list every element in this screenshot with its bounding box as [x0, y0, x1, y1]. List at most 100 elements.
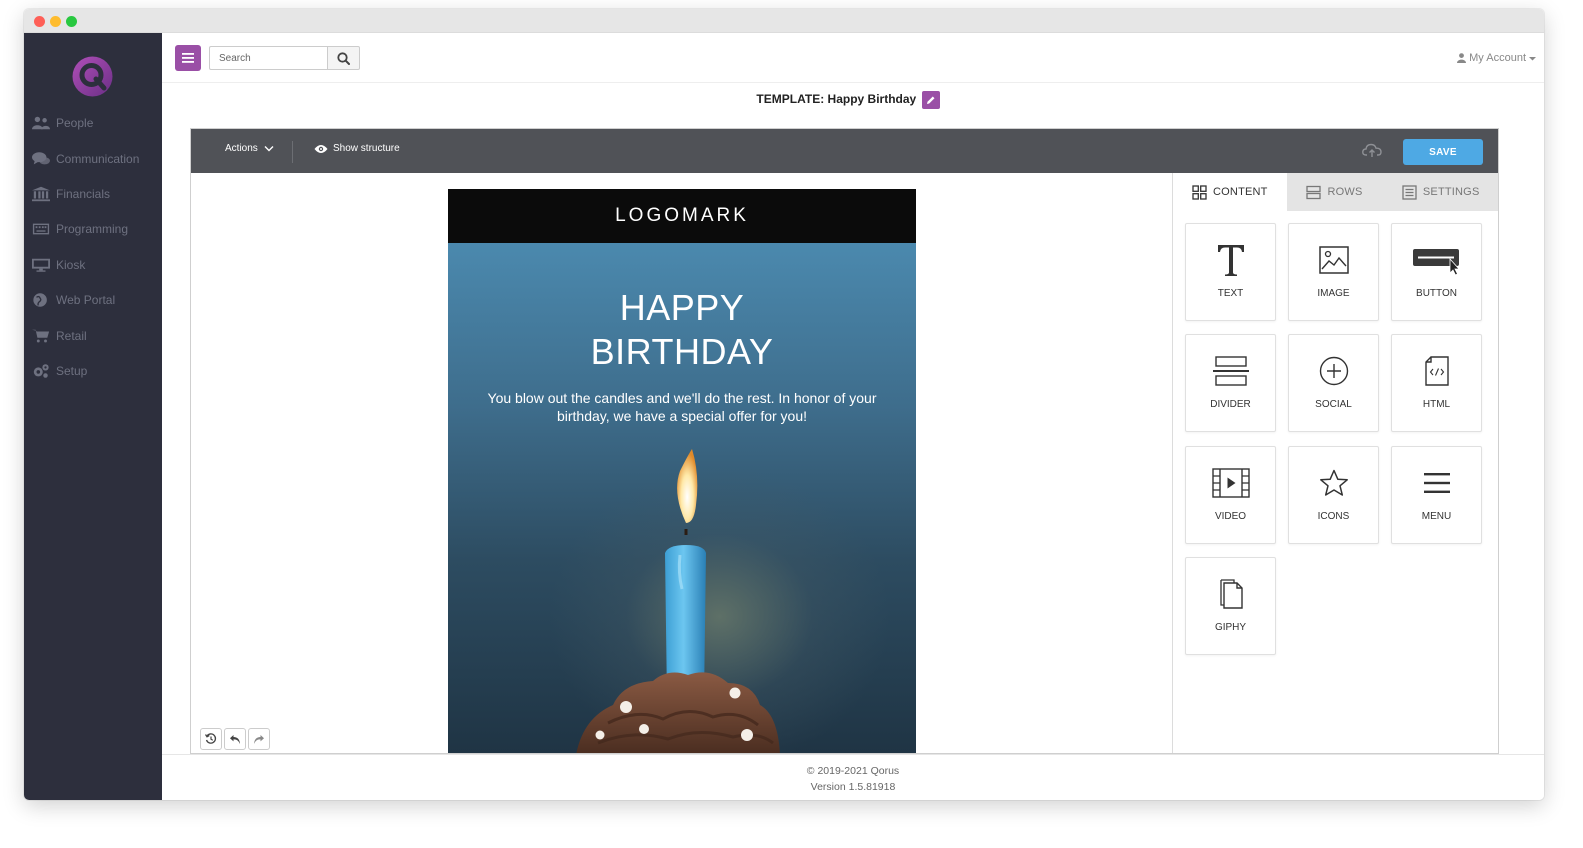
block-video[interactable]: VIDEO	[1185, 446, 1276, 544]
undo-button[interactable]	[224, 728, 246, 750]
toolbar-divider	[292, 141, 293, 163]
block-social[interactable]: SOCIAL	[1288, 334, 1379, 432]
block-button[interactable]: BUTTON	[1391, 223, 1482, 321]
people-icon	[32, 116, 50, 130]
video-icon	[1211, 468, 1250, 498]
sidebar: People Communication Financials Programm…	[24, 33, 162, 800]
star-icon	[1319, 469, 1348, 496]
rows-icon	[1306, 185, 1322, 199]
redo-button[interactable]	[248, 728, 270, 750]
my-account-label: My Account	[1469, 52, 1526, 64]
sidebar-item-label: Web Portal	[56, 293, 116, 307]
block-giphy[interactable]: GIPHY	[1185, 557, 1276, 655]
block-label: BUTTON	[1416, 288, 1457, 299]
eye-icon	[314, 144, 328, 153]
sidebar-item-programming[interactable]: Programming	[32, 218, 128, 240]
block-label: VIDEO	[1214, 511, 1247, 522]
email-title-line-2: BIRTHDAY	[590, 331, 774, 372]
tab-label: SETTINGS	[1422, 186, 1480, 198]
block-label: SOCIAL	[1315, 399, 1352, 410]
search-input[interactable]	[209, 46, 327, 70]
cart-icon	[32, 329, 50, 343]
tab-label: ROWS	[1327, 186, 1363, 198]
block-icons[interactable]: ICONS	[1288, 446, 1379, 544]
sidebar-item-communication[interactable]: Communication	[32, 148, 139, 170]
save-button[interactable]: SAVE	[1403, 139, 1483, 165]
block-text[interactable]: TEXT	[1185, 223, 1276, 321]
minimize-window-button[interactable]	[50, 16, 61, 27]
button-icon	[1412, 249, 1460, 275]
footer: © 2019-2021 Qorus Version 1.5.81918	[162, 754, 1544, 800]
block-label: HTML	[1422, 399, 1451, 410]
email-body-text: You blow out the candles and we'll do th…	[487, 390, 877, 424]
sidebar-item-label: Setup	[56, 364, 88, 378]
sidebar-item-setup[interactable]: Setup	[32, 360, 87, 382]
editor-toolbar: Actions Show structure SAVE	[191, 129, 1498, 173]
giphy-file-icon	[1219, 579, 1243, 609]
email-canvas: LOGOMARK HAPPY BIRTHDAY You blow out the…	[191, 173, 1172, 753]
caret-down-icon	[1529, 56, 1536, 60]
globe-icon	[33, 293, 47, 307]
undo-icon	[230, 734, 240, 744]
sidebar-item-label: Financials	[56, 187, 111, 201]
qorus-logo[interactable]	[70, 54, 115, 99]
sidebar-item-kiosk[interactable]: Kiosk	[32, 254, 85, 276]
history-button[interactable]	[200, 728, 222, 750]
sidebar-item-label: Retail	[56, 329, 87, 343]
show-structure-toggle[interactable]: Show structure	[314, 143, 400, 154]
cloud-upload-button[interactable]	[1362, 142, 1382, 163]
grid-icon	[1192, 184, 1207, 200]
email-hero: HAPPY BIRTHDAY You blow out the candles …	[448, 243, 916, 753]
window-titlebar	[24, 9, 1544, 33]
block-menu[interactable]: MENU	[1391, 446, 1482, 544]
sidebar-item-label: Kiosk	[56, 258, 86, 272]
menu-icon	[1423, 473, 1450, 493]
actions-dropdown[interactable]: Actions	[225, 143, 274, 154]
bank-icon	[32, 186, 50, 202]
history-icon	[205, 733, 217, 744]
search-button[interactable]	[327, 46, 360, 70]
pencil-icon	[926, 96, 935, 104]
my-account-menu[interactable]: My Account	[1457, 52, 1536, 64]
keyboard-icon	[32, 223, 50, 235]
sidebar-item-label: People	[56, 116, 94, 130]
edit-title-button[interactable]	[921, 91, 940, 109]
history-controls	[200, 728, 270, 750]
gears-icon	[33, 364, 49, 378]
html-file-icon	[1424, 356, 1449, 386]
actions-label: Actions	[225, 143, 258, 154]
email-title-line-1: HAPPY	[619, 287, 745, 328]
show-structure-label: Show structure	[333, 143, 400, 154]
footer-version: Version 1.5.81918	[810, 781, 896, 793]
sidebar-item-people[interactable]: People	[32, 112, 93, 134]
menu-toggle-button[interactable]	[175, 45, 201, 71]
page-title: TEMPLATE: Happy Birthday	[756, 92, 917, 107]
block-image[interactable]: IMAGE	[1288, 223, 1379, 321]
chat-icon	[32, 152, 50, 165]
content-panel: CONTENT ROWS SETTINGS TEXT IMAGE BUTTON …	[1172, 173, 1498, 753]
image-icon	[1318, 246, 1349, 274]
block-label: MENU	[1421, 511, 1452, 522]
panel-tabs: CONTENT ROWS SETTINGS	[1173, 173, 1498, 211]
tab-content[interactable]: CONTENT	[1173, 173, 1287, 211]
sidebar-item-financials[interactable]: Financials	[32, 183, 110, 205]
tab-label: CONTENT	[1213, 186, 1268, 198]
main-page: TEMPLATE: Happy Birthday Actions Show st…	[173, 83, 1523, 754]
settings-icon	[1402, 184, 1417, 200]
tab-settings[interactable]: SETTINGS	[1382, 173, 1498, 211]
sidebar-item-web-portal[interactable]: Web Portal	[32, 289, 115, 311]
app-window: People Communication Financials Programm…	[24, 9, 1544, 800]
chevron-down-icon	[264, 146, 274, 152]
block-divider[interactable]: DIVIDER	[1185, 334, 1276, 432]
maximize-window-button[interactable]	[66, 16, 77, 27]
email-logomark: LOGOMARK	[448, 189, 916, 243]
sidebar-item-label: Communication	[56, 152, 140, 166]
sidebar-item-retail[interactable]: Retail	[32, 325, 87, 347]
close-window-button[interactable]	[34, 16, 45, 27]
block-html[interactable]: HTML	[1391, 334, 1482, 432]
tab-rows[interactable]: ROWS	[1287, 173, 1383, 211]
cloud-upload-icon	[1362, 143, 1382, 157]
footer-copyright: © 2019-2021 Qorus	[806, 765, 900, 777]
plus-circle-icon	[1319, 356, 1348, 386]
email-preview[interactable]: LOGOMARK HAPPY BIRTHDAY You blow out the…	[448, 189, 916, 753]
